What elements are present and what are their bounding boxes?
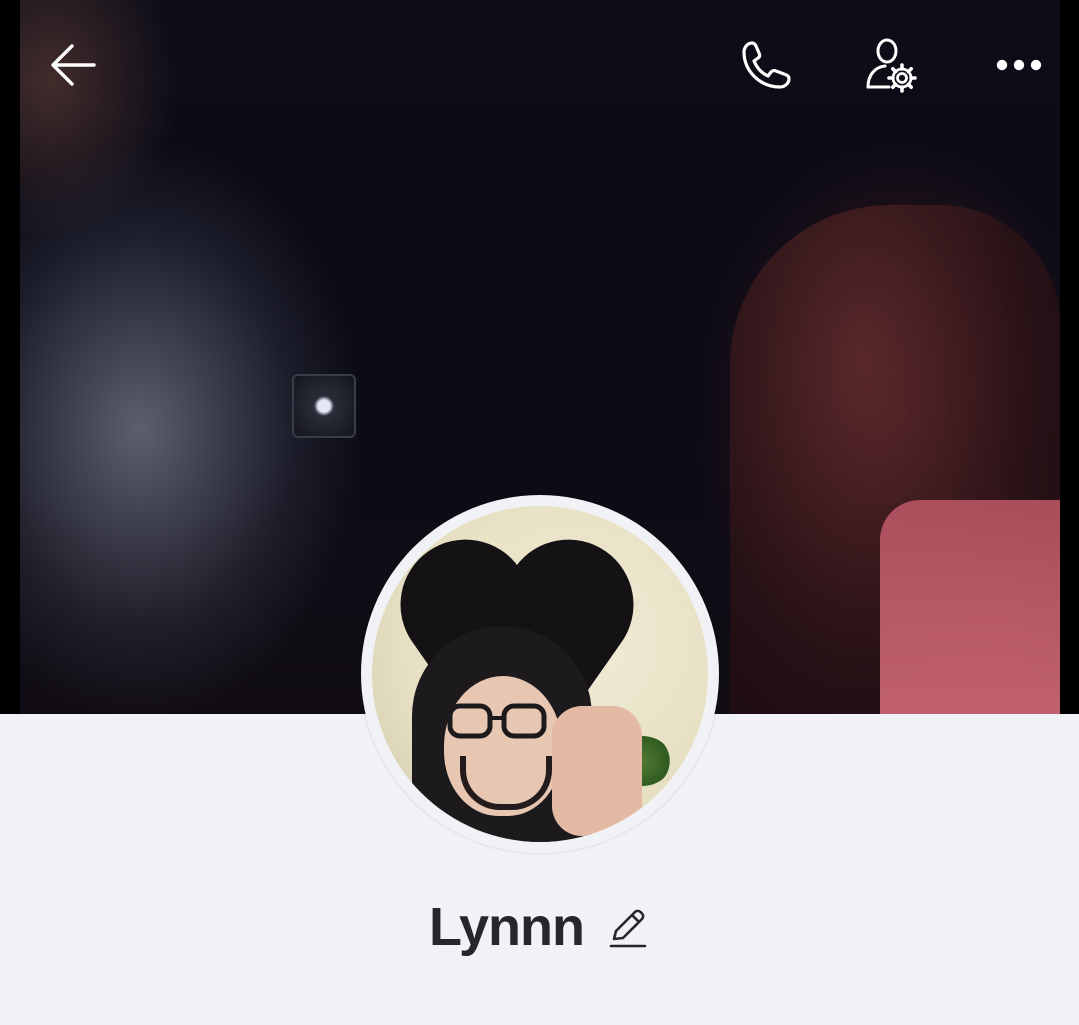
name-row: Lynnn (0, 892, 1079, 962)
profile-settings-button[interactable] (858, 34, 924, 96)
profile-name: Lynnn (429, 897, 585, 957)
top-bar (0, 0, 1079, 130)
cover-photo-light (292, 374, 356, 438)
call-button[interactable] (734, 34, 800, 96)
more-options-button[interactable] (986, 34, 1052, 96)
avatar-photo (372, 506, 708, 842)
avatar-photo-glasses (447, 703, 547, 739)
back-button[interactable] (40, 34, 106, 96)
user-settings-icon (866, 38, 917, 93)
avatar-photo-hand (552, 706, 642, 836)
edit-name-button[interactable] (606, 906, 650, 950)
avatar[interactable] (361, 495, 719, 853)
back-arrow-icon (51, 44, 96, 86)
phone-icon (742, 41, 791, 89)
cover-photo-figure-shirt (880, 500, 1060, 714)
pencil-icon (609, 909, 647, 948)
more-dots-icon (996, 59, 1042, 71)
profile-screen: Lynnn (0, 0, 1079, 1025)
